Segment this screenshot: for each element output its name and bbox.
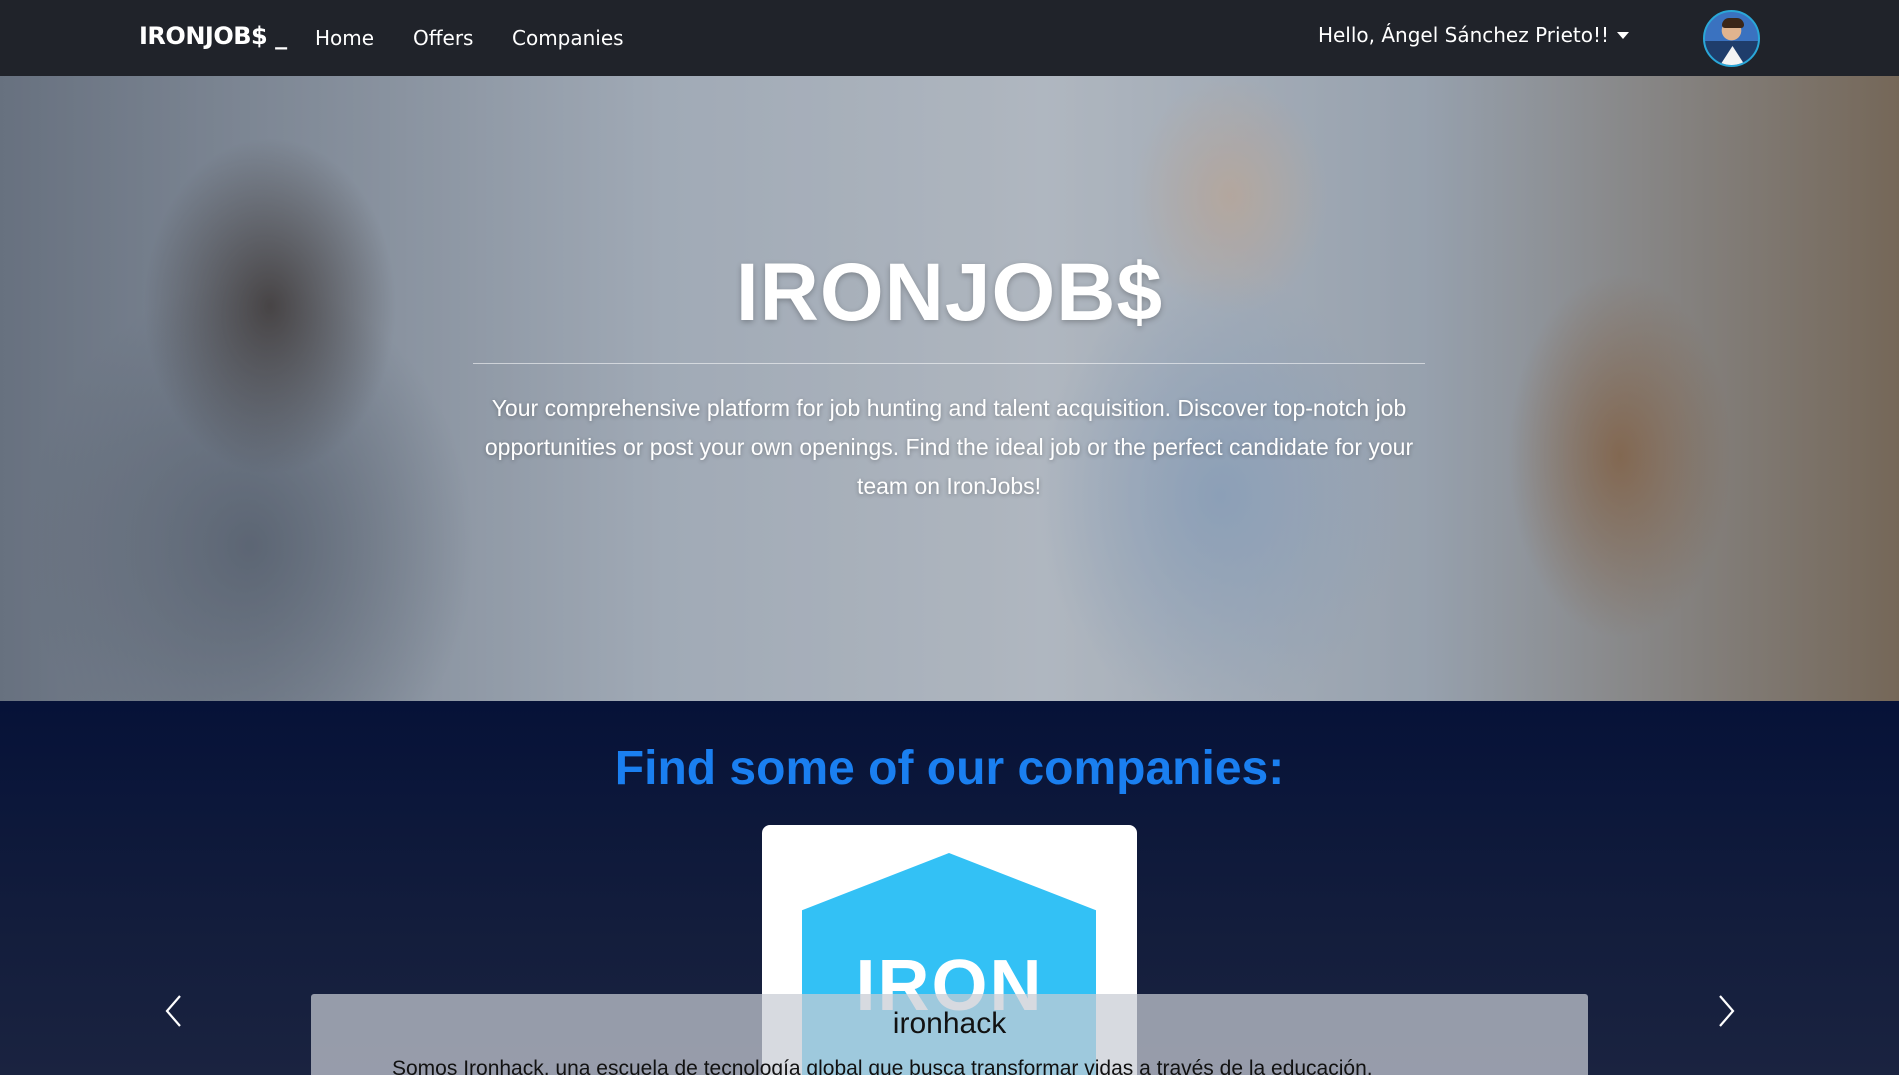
nav-home[interactable]: Home xyxy=(315,26,374,50)
user-greeting: Hello, Ángel Sánchez Prieto!! xyxy=(1317,23,1609,47)
hero-title: IRONJOB$ xyxy=(735,247,1164,338)
chevron-left-icon xyxy=(165,995,181,1027)
hero-description: Your comprehensive platform for job hunt… xyxy=(484,395,1414,499)
user-menu-toggle[interactable]: Hello, Ángel Sánchez Prieto!! xyxy=(1318,23,1629,47)
avatar[interactable] xyxy=(1703,10,1760,67)
carousel-prev-button[interactable] xyxy=(155,991,195,1031)
caption-title: ironhack xyxy=(892,1007,1007,1040)
hero-divider xyxy=(473,363,1425,364)
nav-offers[interactable]: Offers xyxy=(413,26,473,50)
navbar: IRONJOB$ _ Home Offers Companies Hello, … xyxy=(0,0,1899,76)
nav-companies[interactable]: Companies xyxy=(512,26,624,50)
chevron-right-icon xyxy=(1719,995,1735,1027)
hero-banner: IRONJOB$ Your comprehensive platform for… xyxy=(0,76,1899,701)
brand-logo[interactable]: IRONJOB$ _ xyxy=(139,22,287,50)
carousel-next-button[interactable] xyxy=(1705,991,1745,1031)
chevron-down-icon xyxy=(1617,31,1629,39)
companies-section: Find some of our companies: IRON ironhac… xyxy=(0,701,1899,1075)
caption-description: Somos Ironhack, una escuela de tecnologí… xyxy=(392,1057,1373,1075)
section-title: Find some of our companies: xyxy=(614,742,1285,795)
